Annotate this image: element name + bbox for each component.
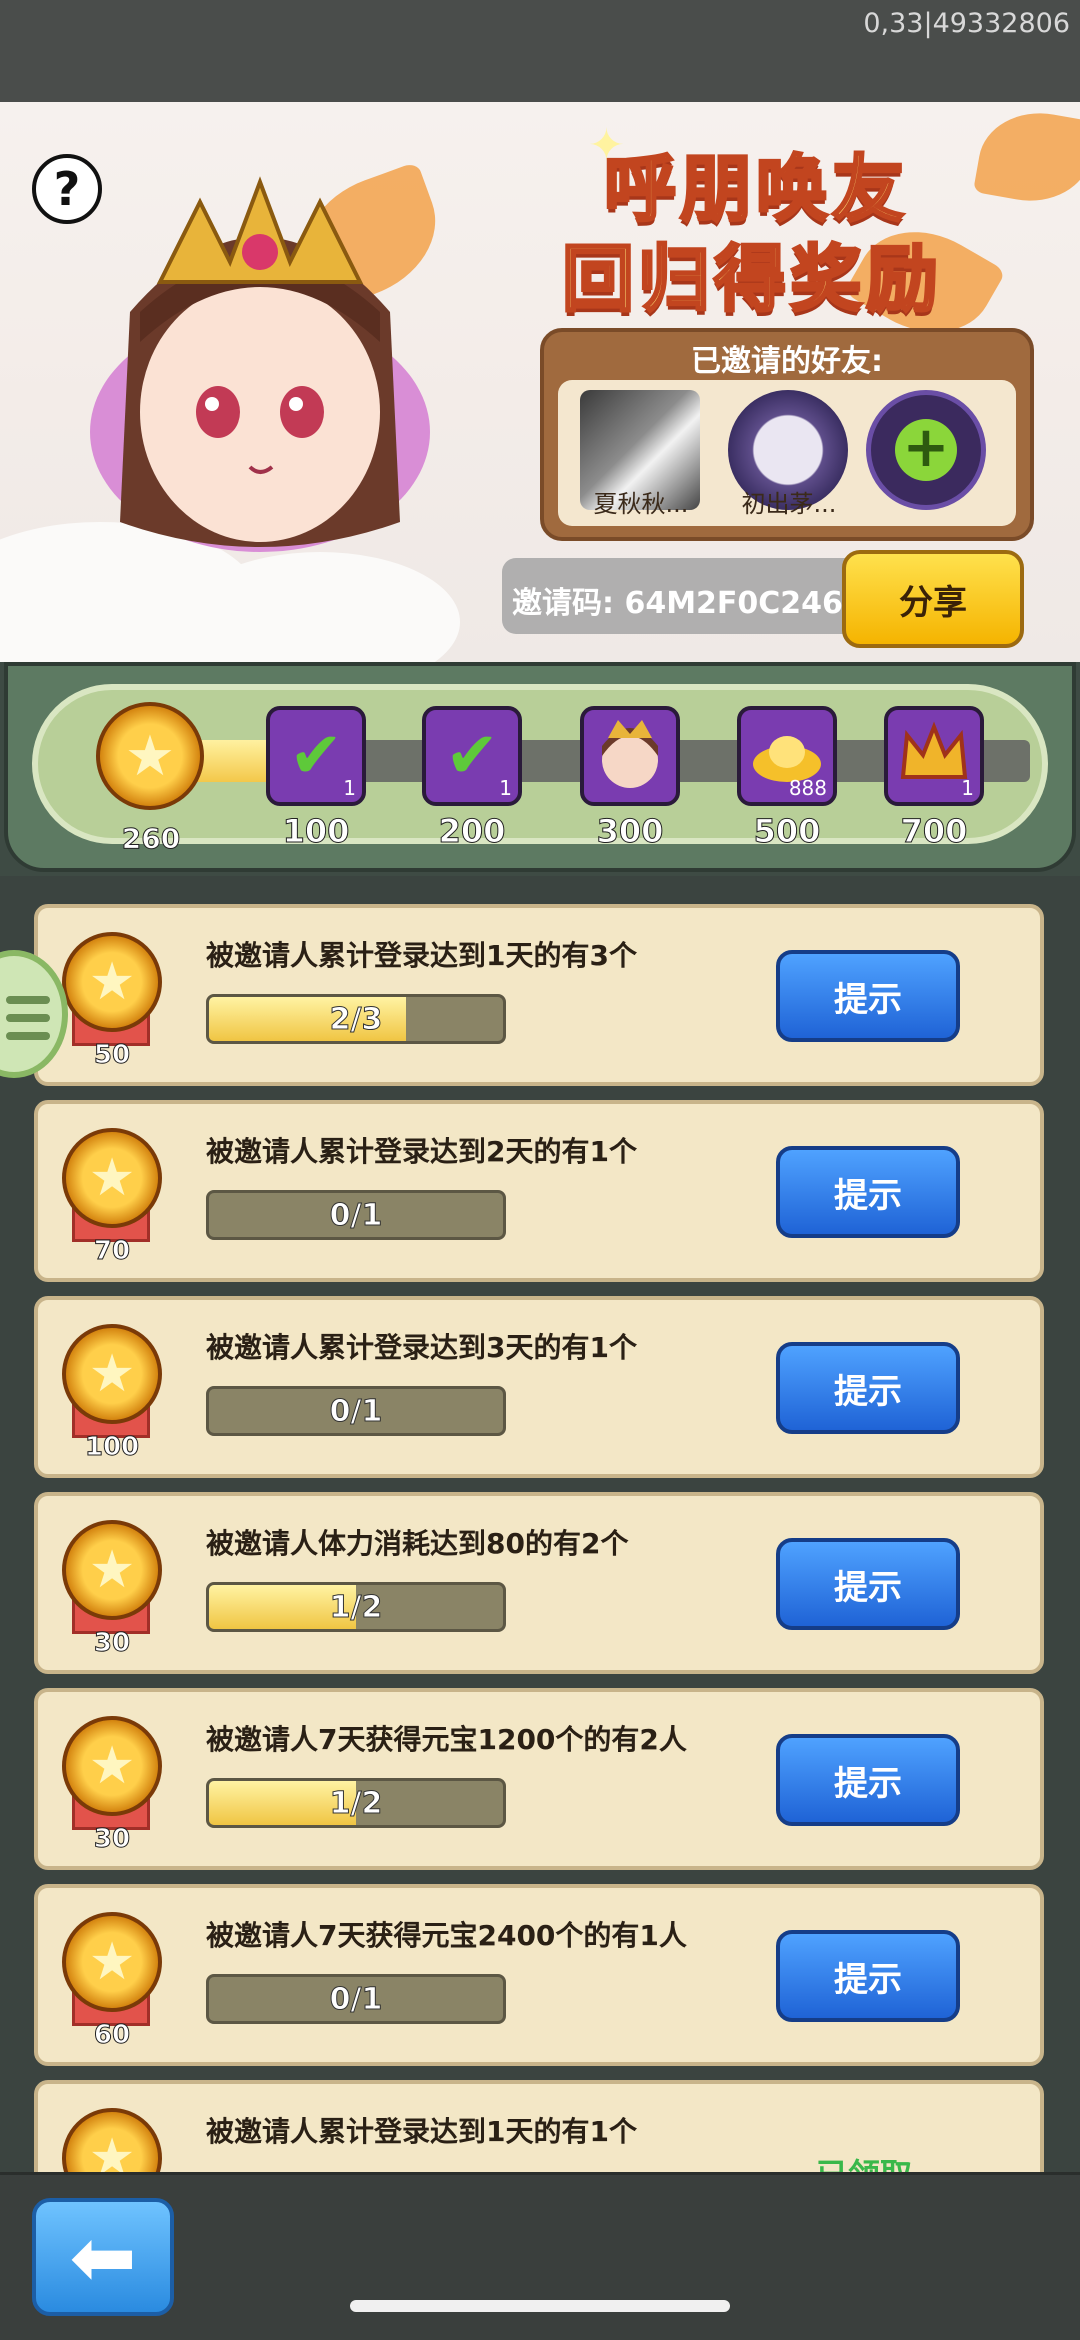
milestone-reward-100[interactable]: ✔ 1	[266, 706, 366, 806]
task-progress-text: 1/2	[329, 1785, 383, 1821]
milestone-label: 300	[596, 812, 664, 851]
hint-button[interactable]: 提示	[776, 1930, 960, 2022]
task-description: 被邀请人累计登录达到2天的有1个	[206, 1135, 637, 1168]
task-description: 被邀请人体力消耗达到80的有2个	[206, 1527, 629, 1560]
task-progress-bar: 2/3	[206, 994, 506, 1044]
menu-line-icon	[6, 1014, 50, 1022]
milestone-reward-200[interactable]: ✔ 1	[422, 706, 522, 806]
event-title-line2: 回归得奖励	[560, 236, 943, 323]
task-description: 被邀请人累计登录达到1天的有1个	[206, 2115, 637, 2148]
task-progress-text: 0/1	[329, 1197, 383, 1233]
task-progress-bar: 0/1	[206, 1190, 506, 1240]
medal-icon: ★	[62, 932, 162, 1032]
task-progress-text: 0/1	[329, 1981, 383, 2017]
hint-button[interactable]: 提示	[776, 1342, 960, 1434]
points-medal-icon: ★	[96, 702, 204, 810]
reward-points: 30	[93, 1824, 131, 1855]
milestone-label: 200	[438, 812, 506, 851]
medal-icon: ★	[62, 1128, 162, 1228]
leaf-decoration	[973, 103, 1080, 211]
menu-line-icon	[6, 1032, 50, 1040]
reward-qty: 888	[788, 776, 827, 800]
milestone-label: 500	[753, 812, 821, 851]
milestone-label: 100	[282, 812, 350, 851]
task-progress-text: 0/1	[329, 1393, 383, 1429]
task-description: 被邀请人累计登录达到3天的有1个	[206, 1331, 637, 1364]
hint-button[interactable]: 提示	[776, 1734, 960, 1826]
milestone-label: 700	[900, 812, 968, 851]
reward-qty: 1	[961, 776, 974, 800]
task-progress-bar: 0/1	[206, 1386, 506, 1436]
hero-banner: ? ✦ 呼朋唤友 回归得奖励 已邀请的好友: 夏秋秋... 初出茅... + 邀…	[0, 102, 1080, 662]
task-progress-text: 1/2	[329, 1589, 383, 1625]
milestone-reward-700[interactable]: 1	[884, 706, 984, 806]
menu-line-icon	[6, 996, 50, 1004]
hint-button[interactable]: 提示	[776, 950, 960, 1042]
home-indicator[interactable]	[350, 2300, 730, 2312]
crown-icon	[900, 721, 968, 779]
medal-icon: ★	[62, 1520, 162, 1620]
reward-points: 100	[84, 1432, 140, 1463]
task-description: 被邀请人7天获得元宝2400个的有1人	[206, 1919, 687, 1952]
debug-text: 0,33|49332806	[863, 8, 1070, 39]
task-progress-text: 2/3	[329, 1001, 383, 1037]
add-friend-button[interactable]: +	[866, 390, 986, 510]
medal-icon: ★	[62, 1716, 162, 1816]
reward-qty: 1	[343, 776, 356, 800]
hint-button[interactable]: 提示	[776, 1146, 960, 1238]
task-progress-bar: 1/2	[206, 1582, 506, 1632]
reward-points: 70	[93, 1236, 131, 1267]
medal-icon: ★	[62, 1912, 162, 2012]
task-description: 被邀请人累计登录达到1天的有3个	[206, 939, 637, 972]
hint-button[interactable]: 提示	[776, 1538, 960, 1630]
medal-icon: ★	[62, 1324, 162, 1424]
back-arrow-icon: ⬅	[69, 2210, 137, 2304]
friends-list: 夏秋秋... 初出茅... +	[558, 380, 1016, 526]
milestone-reward-500[interactable]: 888	[737, 706, 837, 806]
plus-icon: +	[895, 419, 957, 481]
chest-claimed-icon: ✔	[289, 719, 343, 793]
reward-points: 60	[93, 2020, 131, 2051]
share-button[interactable]: 分享	[842, 550, 1024, 648]
reward-points: 30	[93, 1628, 131, 1659]
hero-portrait-icon	[602, 720, 658, 788]
task-description: 被邀请人7天获得元宝1200个的有2人	[206, 1723, 687, 1756]
hero-character-portrait	[90, 176, 430, 552]
invited-friends-title: 已邀请的好友:	[691, 344, 883, 379]
friend-name: 夏秋秋...	[593, 490, 689, 518]
current-points: 260	[121, 822, 181, 856]
friend-name: 初出茅...	[741, 490, 837, 518]
task-progress-bar: 1/2	[206, 1778, 506, 1828]
chest-claimed-icon: ✔	[445, 719, 499, 793]
invite-code: 邀请码: 64M2F0C246	[512, 586, 843, 621]
task-progress-bar: 0/1	[206, 1974, 506, 2024]
reward-points: 50	[93, 1040, 131, 1071]
invited-friends-panel: 已邀请的好友: 夏秋秋... 初出茅... +	[540, 328, 1034, 541]
back-button[interactable]: ⬅	[32, 2198, 174, 2316]
reward-qty: 1	[499, 776, 512, 800]
milestone-reward-300[interactable]	[580, 706, 680, 806]
top-bar: 0,33|49332806	[0, 0, 1080, 102]
